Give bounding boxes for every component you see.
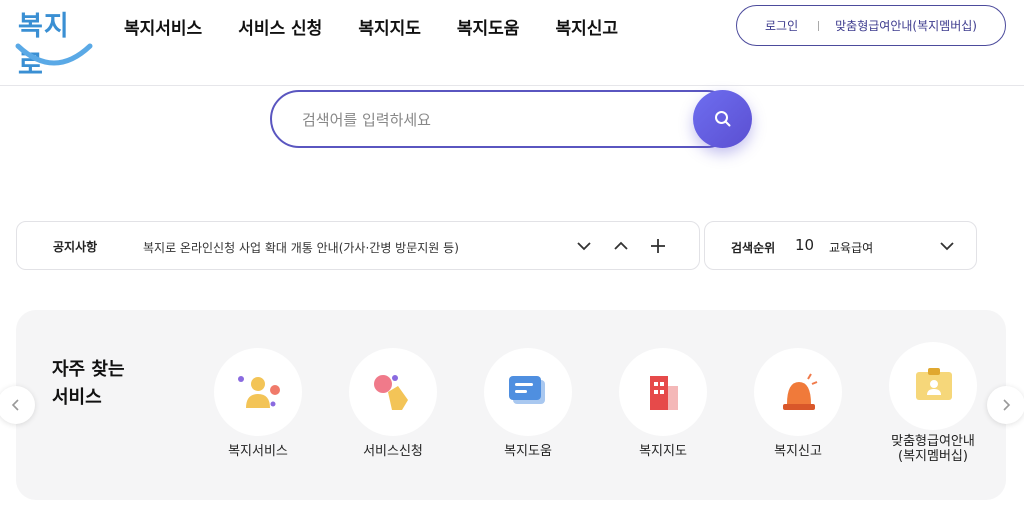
main-nav: 복지서비스 서비스 신청 복지지도 복지도움 복지신고 <box>124 14 618 39</box>
notice-title: 공지사항 <box>53 240 98 254</box>
chevron-down-icon <box>940 242 954 251</box>
quick-label: 맞춤형급여안내 (복지멤버십) <box>878 434 988 464</box>
notice-prev-button[interactable] <box>611 236 631 256</box>
nav-welfare-help[interactable]: 복지도움 <box>457 14 520 39</box>
quick-services-title: 자주 찾는 서비스 <box>52 356 172 412</box>
quick-icon-circle <box>889 342 977 430</box>
quick-label: 복지도움 <box>504 444 552 459</box>
carousel-next-button[interactable] <box>987 386 1024 424</box>
nav-welfare-service[interactable]: 복지서비스 <box>124 14 202 39</box>
quick-label-line1: 맞춤형급여안내 <box>891 434 975 449</box>
utility-menu: 로그인 맞춤형급여안내(복지멤버십) <box>736 5 1006 46</box>
search-icon <box>714 111 730 127</box>
chat-card-icon <box>509 376 545 404</box>
ranking-expand-button[interactable] <box>937 236 957 256</box>
site-logo[interactable]: 복지로 <box>12 4 93 81</box>
logo-smile-icon <box>15 43 93 66</box>
utility-divider <box>818 20 820 31</box>
ranking-keyword[interactable]: 교육급여 <box>829 239 873 256</box>
chevron-left-icon <box>11 399 19 411</box>
nav-service-apply[interactable]: 서비스 신청 <box>238 14 322 39</box>
ranking-title: 검색순위 <box>731 241 776 255</box>
chevron-down-icon <box>577 242 591 251</box>
nav-welfare-report[interactable]: 복지신고 <box>555 14 618 39</box>
membership-link[interactable]: 맞춤형급여안내(복지멤버십) <box>835 17 977 34</box>
plus-icon <box>651 239 665 253</box>
search-ranking: 검색순위 10 교육급여 <box>704 221 977 270</box>
quick-label: 복지서비스 <box>228 444 288 459</box>
quick-title-line2: 서비스 <box>52 387 102 408</box>
quick-label-line2: (복지멤버십) <box>898 449 968 464</box>
hand-click-icon <box>374 375 408 410</box>
notice-next-button[interactable] <box>574 236 594 256</box>
chevron-up-icon <box>614 241 628 250</box>
building-icon <box>650 376 678 410</box>
search-button[interactable] <box>693 90 752 148</box>
search-box <box>270 90 736 148</box>
quick-services-panel: 자주 찾는 서비스 복지서비스 서비스신청 복지도움 복지지도 복지신고 맞춤형… <box>16 310 1006 500</box>
person-bubbles-icon <box>238 376 280 408</box>
quick-title-line1: 자주 찾는 <box>52 359 125 380</box>
site-header: 복지로 복지서비스 서비스 신청 복지지도 복지도움 복지신고 로그인 맞춤형급… <box>0 0 1024 86</box>
quick-icon-circle <box>214 348 302 436</box>
notice-bar: 공지사항 복지로 온라인신청 사업 확대 개통 안내(가사·간병 방문지원 등) <box>16 221 700 270</box>
quick-icon-circle <box>619 348 707 436</box>
login-link[interactable]: 로그인 <box>765 17 798 34</box>
notice-text[interactable]: 복지로 온라인신청 사업 확대 개통 안내(가사·간병 방문지원 등) <box>143 239 459 256</box>
quick-icon-circle <box>484 348 572 436</box>
notice-more-button[interactable] <box>648 236 668 256</box>
id-card-icon <box>916 368 952 400</box>
nav-welfare-map[interactable]: 복지지도 <box>358 14 421 39</box>
quick-label: 서비스신청 <box>363 444 423 459</box>
siren-icon <box>783 373 818 410</box>
quick-label: 복지지도 <box>639 444 687 459</box>
quick-icon-circle <box>349 348 437 436</box>
chevron-right-icon <box>1003 399 1011 411</box>
ranking-number: 10 <box>795 236 815 254</box>
search-input[interactable] <box>302 108 682 132</box>
quick-label: 복지신고 <box>774 444 822 459</box>
quick-icon-circle <box>754 348 842 436</box>
